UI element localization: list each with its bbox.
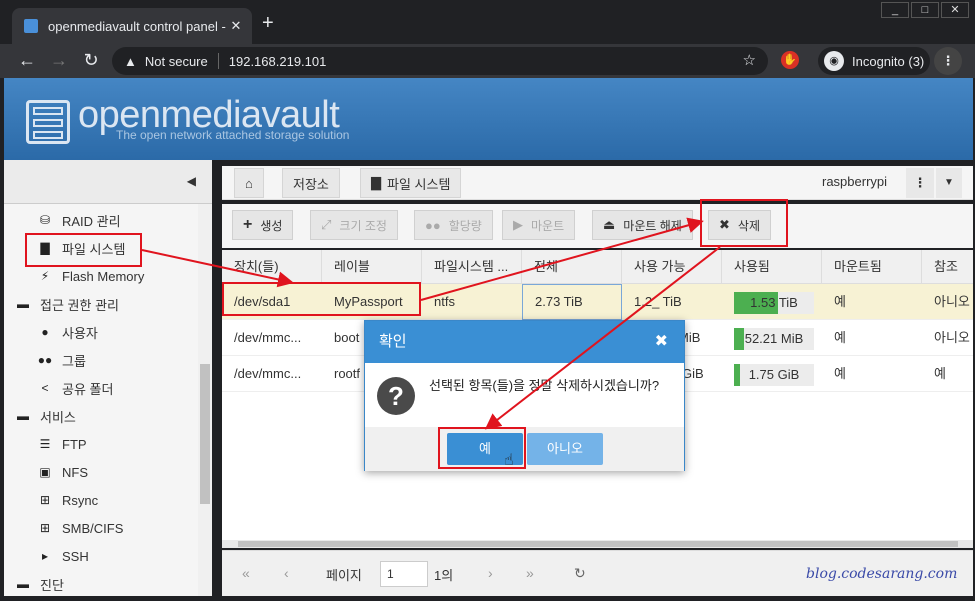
annotation-arrow <box>141 249 294 288</box>
annotation-arrows <box>141 217 721 430</box>
annotation-arrow <box>420 217 704 301</box>
annotation-arrow <box>484 246 721 430</box>
